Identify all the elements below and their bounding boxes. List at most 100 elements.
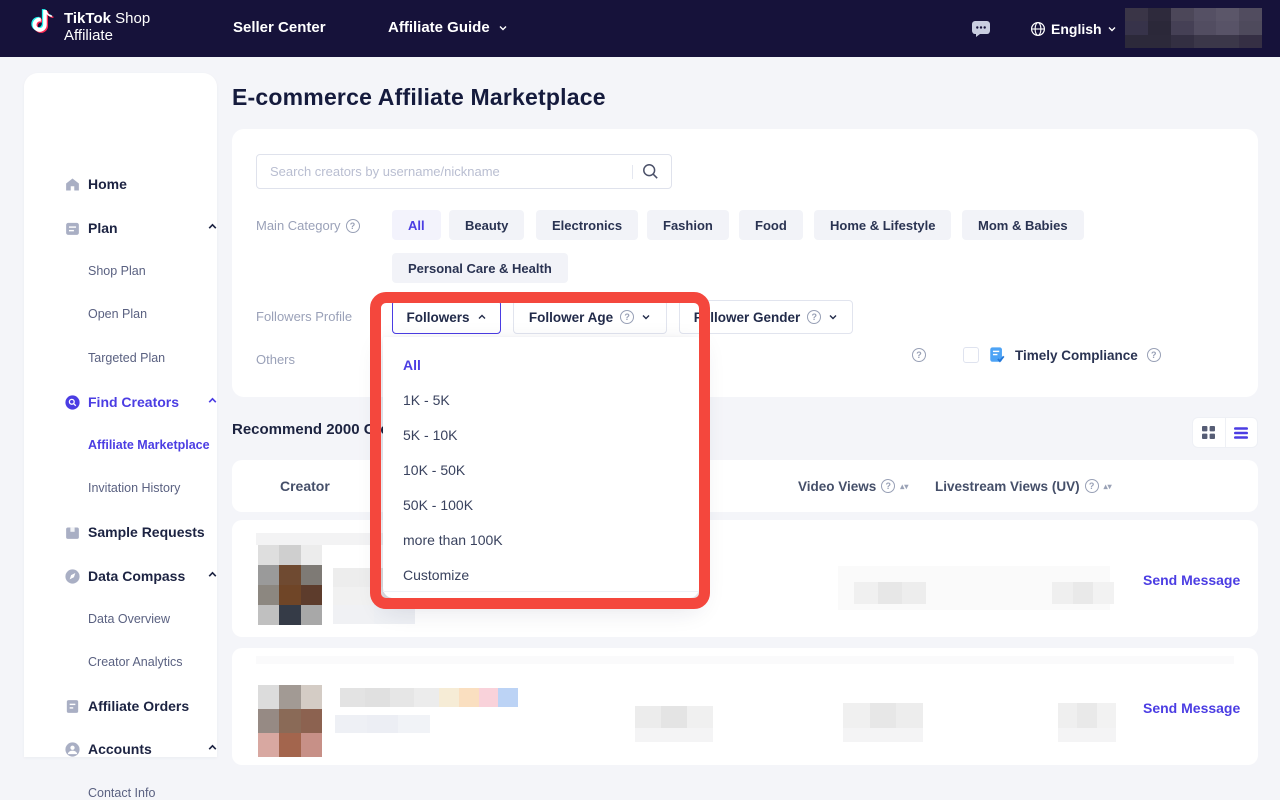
send-message-button[interactable]: Send Message	[1143, 572, 1240, 588]
sort-icon[interactable]: ▴▾	[1104, 484, 1112, 489]
blurred-livestream-views-value	[1058, 703, 1116, 728]
blurred-text	[843, 728, 923, 742]
affiliate-orders-icon	[64, 698, 81, 715]
blurred-text	[1058, 728, 1116, 742]
grid-icon	[1201, 425, 1216, 440]
chevron-down-icon	[828, 312, 838, 322]
sidebar-item-contact-info[interactable]: Contact Info	[88, 786, 155, 800]
help-icon: ?	[912, 348, 926, 362]
blurred-avatar	[258, 545, 322, 625]
find-creators-icon	[64, 394, 81, 411]
help-icon[interactable]: ?	[1147, 348, 1161, 362]
column-creator: Creator	[280, 460, 330, 512]
search-box	[256, 154, 672, 189]
blurred-creator-name	[340, 688, 439, 707]
language-label: English	[1051, 21, 1102, 37]
help-icon: ?	[620, 310, 634, 324]
help-icon: ?	[1085, 479, 1099, 493]
send-message-button[interactable]: Send Message	[1143, 700, 1240, 716]
globe-icon	[1030, 21, 1046, 37]
blurred-band	[256, 656, 1234, 664]
followers-option-customize[interactable]: Customize	[383, 557, 699, 592]
follower-gender-filter-button[interactable]: Follower Gender ?	[679, 300, 853, 334]
accounts-icon	[64, 741, 81, 758]
list-view-button[interactable]	[1225, 418, 1258, 447]
divider	[632, 165, 633, 179]
sort-icon[interactable]: ▴▾	[900, 484, 908, 489]
followers-filter-button[interactable]: Followers	[392, 300, 501, 334]
timely-compliance-icon	[988, 346, 1006, 364]
timely-compliance-checkbox[interactable]	[963, 347, 979, 363]
category-chip-home-lifestyle[interactable]: Home & Lifestyle	[814, 210, 951, 240]
sidebar-item-creator-analytics[interactable]: Creator Analytics	[88, 655, 182, 669]
chevron-up-icon	[207, 219, 218, 237]
followers-option-more-100k[interactable]: more than 100K	[383, 522, 699, 557]
user-account-blurred[interactable]	[1125, 8, 1262, 48]
sidebar-item-find-creators[interactable]: Find Creators	[24, 387, 217, 417]
nav-chat-button[interactable]	[971, 0, 991, 57]
help-icon: ?	[881, 479, 895, 493]
blurred-video-views-value	[854, 582, 926, 604]
page-title: E-commerce Affiliate Marketplace	[232, 84, 606, 111]
blurred-followers-value	[635, 706, 713, 728]
followers-profile-label: Followers Profile	[256, 309, 352, 324]
sidebar-item-home[interactable]: Home	[24, 169, 217, 199]
category-chip-beauty[interactable]: Beauty	[449, 210, 524, 240]
category-chip-food[interactable]: Food	[739, 210, 803, 240]
sidebar-item-affiliate-orders[interactable]: Affiliate Orders	[24, 691, 217, 721]
column-video-views[interactable]: Video Views ? ▴▾	[798, 460, 908, 512]
sidebar-item-shop-plan[interactable]: Shop Plan	[88, 264, 146, 278]
nav-seller-center[interactable]: Seller Center	[233, 19, 326, 36]
view-toggle	[1192, 417, 1258, 448]
others-filter-row: ? Timely Compliance ?	[912, 346, 1161, 364]
sidebar-item-targeted-plan[interactable]: Targeted Plan	[88, 351, 165, 365]
category-chip-electronics[interactable]: Electronics	[536, 210, 638, 240]
category-chip-mom-babies[interactable]: Mom & Babies	[962, 210, 1084, 240]
followers-option-5k-10k[interactable]: 5K - 10K	[383, 417, 699, 452]
nav-affiliate-guide[interactable]: Affiliate Guide	[388, 19, 507, 36]
followers-dropdown-menu: All 1K - 5K 5K - 10K 10K - 50K 50K - 100…	[383, 337, 699, 598]
grid-view-button[interactable]	[1193, 418, 1225, 447]
sidebar-item-data-compass[interactable]: Data Compass	[24, 561, 217, 591]
list-icon	[1233, 426, 1249, 440]
sidebar-item-accounts[interactable]: Accounts	[24, 734, 217, 764]
category-chip-personal-care[interactable]: Personal Care & Health	[392, 253, 568, 283]
plan-icon	[64, 220, 81, 237]
category-chip-all[interactable]: All	[392, 210, 441, 240]
chat-bubble-icon	[971, 20, 991, 38]
sidebar-item-data-overview[interactable]: Data Overview	[88, 612, 170, 626]
sidebar-item-sample-requests[interactable]: Sample Requests	[24, 517, 217, 547]
search-input[interactable]	[257, 164, 632, 179]
followers-option-50k-100k[interactable]: 50K - 100K	[383, 487, 699, 522]
blurred-video-views-value	[843, 703, 923, 728]
category-chip-fashion[interactable]: Fashion	[647, 210, 729, 240]
tiktok-shop-affiliate-logo[interactable]: TikTok Shop Affiliate	[30, 9, 150, 44]
sidebar-item-invitation-history[interactable]: Invitation History	[88, 481, 180, 495]
followers-option-all[interactable]: All	[383, 347, 699, 382]
tiktok-note-icon	[30, 9, 56, 44]
chevron-up-icon	[477, 312, 487, 322]
top-navbar: TikTok Shop Affiliate Seller Center Affi…	[0, 0, 1280, 57]
logo-text: TikTok Shop Affiliate	[64, 10, 150, 44]
followers-option-10k-50k[interactable]: 10K - 50K	[383, 452, 699, 487]
sidebar-item-open-plan[interactable]: Open Plan	[88, 307, 147, 321]
chevron-down-icon	[641, 312, 651, 322]
blurred-badges	[439, 688, 518, 707]
chevron-up-icon	[207, 393, 218, 411]
search-icon[interactable]	[642, 163, 659, 180]
followers-option-1k-5k[interactable]: 1K - 5K	[383, 382, 699, 417]
help-icon[interactable]: ?	[346, 219, 360, 233]
divider	[383, 591, 699, 592]
language-selector[interactable]: English	[1030, 0, 1116, 57]
sidebar: Home Plan Shop Plan Open Plan Targeted P…	[24, 73, 217, 757]
sidebar-item-affiliate-marketplace[interactable]: Affiliate Marketplace	[88, 438, 210, 452]
main-category-label: Main Category ?	[256, 218, 360, 233]
blurred-avatar	[258, 685, 322, 757]
follower-age-filter-button[interactable]: Follower Age ?	[513, 300, 667, 334]
help-icon: ?	[807, 310, 821, 324]
column-livestream-views[interactable]: Livestream Views (UV) ? ▴▾	[935, 460, 1112, 512]
creator-row[interactable]: Send Message	[232, 648, 1258, 765]
blurred-livestream-views-value	[1052, 582, 1114, 604]
sidebar-item-plan[interactable]: Plan	[24, 213, 217, 243]
sample-requests-icon	[64, 524, 81, 541]
